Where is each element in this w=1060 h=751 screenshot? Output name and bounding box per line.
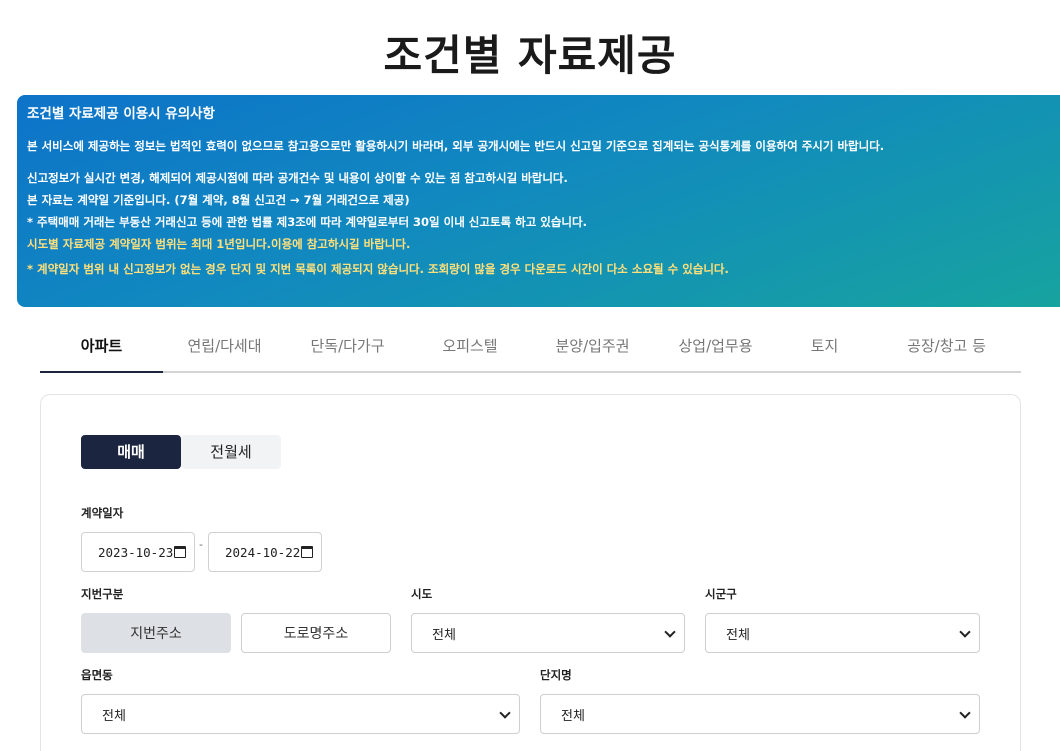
notice-line: * 주택매매 거래는 부동산 거래신고 등에 관한 법률 제3조에 따라 계약일… [27,215,587,229]
jibun-address-button[interactable]: 지번주소 [81,613,231,653]
calendar-icon[interactable] [301,546,313,558]
tab-detached-house[interactable]: 단독/다가구 [286,327,409,371]
notice-line: 본 서비스에 제공하는 정보는 법적인 효력이 없으므로 참고용으로만 활용하시… [27,139,885,153]
notice-line: 본 자료는 계약일 기준입니다. (7월 계약, 8월 신고건 → 7월 거래건… [27,193,410,207]
page-title: 조건별 자료제공 [383,31,677,80]
chevron-down-icon [664,626,676,638]
tab-row-house[interactable]: 연립/다세대 [163,327,286,371]
sido-select[interactable]: 전체 [411,613,685,653]
sido-value: 전체 [432,627,456,643]
sido-label: 시도 [411,587,433,601]
notice-line-highlight: 시도별 자료제공 계약일자 범위는 최대 1년입니다.이용에 참고하시길 바랍니… [27,237,411,251]
tab-apartment[interactable]: 아파트 [40,327,163,373]
date-from-value: 2023-10-23 [98,544,174,560]
deal-sale-button[interactable]: 매매 [81,435,181,469]
calendar-icon[interactable] [174,546,186,558]
lot-type-label: 지번구분 [81,587,124,601]
property-type-tabs: 아파트 연립/다세대 단독/다가구 오피스텔 분양/입주권 상업/업무용 토지 … [40,327,1021,373]
notice-title: 조건별 자료제공 이용시 유의사항 [27,106,215,122]
tab-officetel[interactable]: 오피스텔 [409,327,531,371]
date-from-input[interactable]: 2023-10-23 [81,532,195,572]
tab-presale[interactable]: 분양/입주권 [531,327,654,371]
deal-type-toggle: 매매 전월세 [81,435,281,469]
complex-value: 전체 [561,708,585,724]
tab-factory[interactable]: 공장/창고 등 [872,327,1021,371]
chevron-down-icon [959,707,971,719]
road-address-button[interactable]: 도로명주소 [241,613,391,653]
tab-commercial[interactable]: 상업/업무용 [654,327,777,371]
sigungu-select[interactable]: 전체 [705,613,980,653]
sigungu-value: 전체 [726,627,750,643]
date-to-input[interactable]: 2024-10-22 [208,532,322,572]
complex-label: 단지명 [540,668,572,682]
chevron-down-icon [959,626,971,638]
eupmyeondong-label: 읍면동 [81,668,113,682]
notice-line-highlight: * 계약일자 범위 내 신고정보가 없는 경우 단지 및 지번 목록이 제공되지… [27,262,729,276]
complex-select[interactable]: 전체 [540,694,980,734]
chevron-down-icon [499,707,511,719]
eupmyeondong-select[interactable]: 전체 [81,694,520,734]
sigungu-label: 시군구 [705,587,737,601]
date-separator: - [199,538,203,551]
deal-lease-button[interactable]: 전월세 [181,435,281,469]
notice-banner: 조건별 자료제공 이용시 유의사항 본 서비스에 제공하는 정보는 법적인 효력… [17,95,1060,307]
notice-line: 신고정보가 실시간 변경, 해제되어 제공시점에 따라 공개건수 및 내용이 상… [27,171,568,185]
date-to-value: 2024-10-22 [225,544,301,560]
tab-land[interactable]: 토지 [777,327,872,371]
eupmyeondong-value: 전체 [102,708,126,724]
contract-date-label: 계약일자 [81,506,124,520]
